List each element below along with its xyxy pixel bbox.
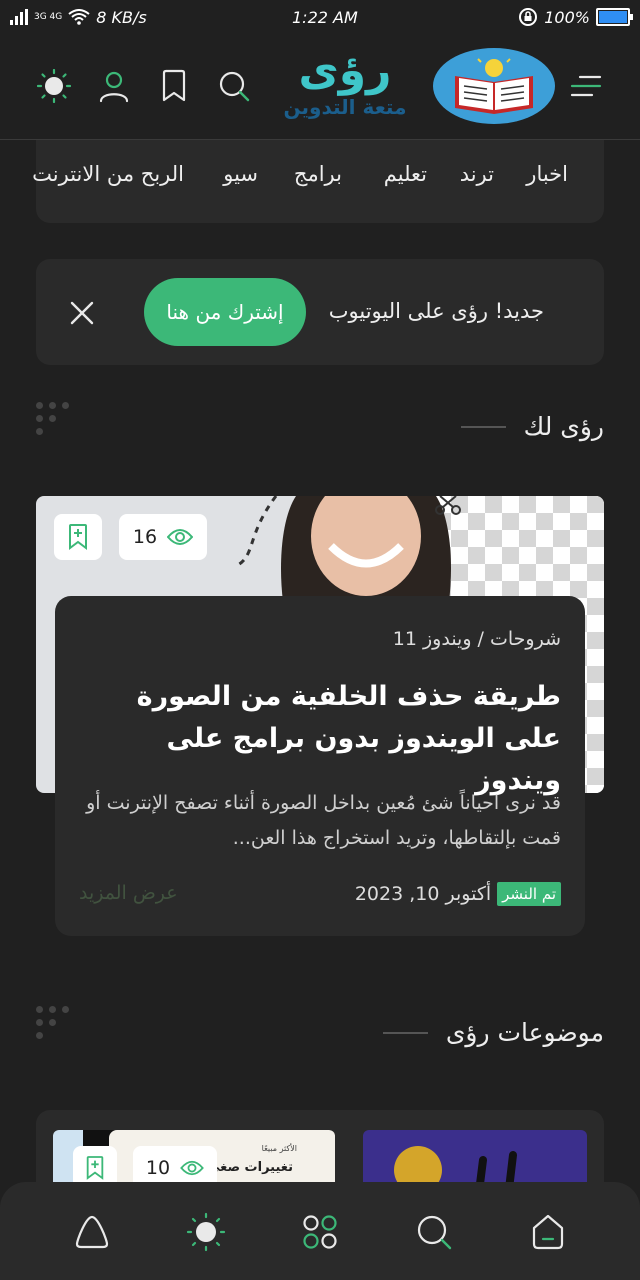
theme-sun-icon[interactable] <box>186 1212 226 1252</box>
post-meta: تم النشر أكتوبر 10, 2023 <box>355 882 561 906</box>
section-title-text: موضوعات رؤى <box>445 1018 604 1047</box>
notice-text: جديد! رؤى على اليوتيوب <box>328 299 544 323</box>
search-icon[interactable] <box>214 66 254 106</box>
nav-item-news[interactable]: اخبار <box>526 162 568 186</box>
subscribe-button[interactable]: إشترك من هنا <box>144 278 306 346</box>
eye-icon <box>180 1160 204 1176</box>
bookmark-add-icon <box>69 524 87 550</box>
clock: 1:22 AM <box>292 7 358 27</box>
published-badge: تم النشر <box>497 882 561 906</box>
dots-decoration <box>36 402 76 438</box>
nav-item-software[interactable]: برامج <box>294 162 342 186</box>
data-speed: 8 KB/s <box>96 7 147 27</box>
topic-card-small-text: الأكثر مبيعًا <box>261 1144 297 1153</box>
wifi-icon <box>68 9 90 25</box>
lock-rotation-icon <box>519 8 538 26</box>
category-nav: اخبار ترند تعليم برامج سيو الربح من الان… <box>32 140 604 223</box>
post-category[interactable]: شروحات / ويندوز 11 <box>393 628 561 650</box>
bookmark-icon[interactable] <box>154 66 194 106</box>
search-icon[interactable] <box>414 1212 454 1252</box>
theme-sun-icon[interactable] <box>34 66 74 106</box>
nav-item-seo[interactable]: سيو <box>223 162 258 186</box>
bottom-nav <box>0 1182 640 1280</box>
section-divider <box>460 425 506 428</box>
network-label: 3G 4G <box>34 12 63 22</box>
battery-icon <box>596 8 633 26</box>
site-header: رؤى متعة التدوين <box>0 34 640 140</box>
close-icon[interactable] <box>66 297 98 329</box>
section-title-topics: موضوعات رؤى <box>382 1018 604 1047</box>
read-more-link[interactable]: عرض المزيد <box>79 882 178 904</box>
home-icon[interactable] <box>528 1212 568 1252</box>
section-divider <box>382 1031 428 1034</box>
logo-name: رؤى <box>298 45 392 96</box>
save-post-button[interactable] <box>54 514 102 560</box>
alert-icon[interactable] <box>72 1212 112 1252</box>
views-counter: 16 <box>119 514 207 560</box>
nav-item-earn-online[interactable]: الربح من الانترنت <box>32 162 184 186</box>
post-title[interactable]: طريقة حذف الخلفية من الصورة على الويندوز… <box>91 676 561 802</box>
youtube-notice: جديد! رؤى على اليوتيوب إشترك من هنا <box>36 259 604 365</box>
categories-icon[interactable] <box>300 1212 340 1252</box>
logo-tagline: متعة التدوين <box>283 95 407 119</box>
section-title-for-you: رؤى لك <box>460 412 604 441</box>
dots-decoration <box>36 1006 76 1042</box>
topic-card-caption: تغييرات صغي <box>206 1160 293 1175</box>
views-count: 10 <box>145 1157 171 1179</box>
menu-icon[interactable] <box>566 66 606 106</box>
user-icon[interactable] <box>94 66 134 106</box>
section-title-text: رؤى لك <box>523 412 604 441</box>
book-lightbulb-icon <box>433 48 555 124</box>
scissors-icon <box>435 496 461 515</box>
post-card: شروحات / ويندوز 11 طريقة حذف الخلفية من … <box>55 596 585 936</box>
nav-item-trend[interactable]: ترند <box>460 162 494 186</box>
signal-icon <box>10 9 28 25</box>
status-bar: 3G 4G 8 KB/s 1:22 AM 100% <box>0 0 640 34</box>
battery-percent: 100% <box>544 7 590 27</box>
site-logo[interactable]: رؤى متعة التدوين <box>265 44 555 128</box>
bookmark-add-icon <box>86 1156 104 1180</box>
post-excerpt: قد نرى احياناً شئ مُعين بداخل الصورة أثن… <box>86 792 561 849</box>
eye-icon <box>167 529 194 545</box>
views-count: 16 <box>132 526 158 548</box>
nav-item-education[interactable]: تعليم <box>384 162 427 186</box>
post-date: أكتوبر 10, 2023 <box>354 883 492 905</box>
